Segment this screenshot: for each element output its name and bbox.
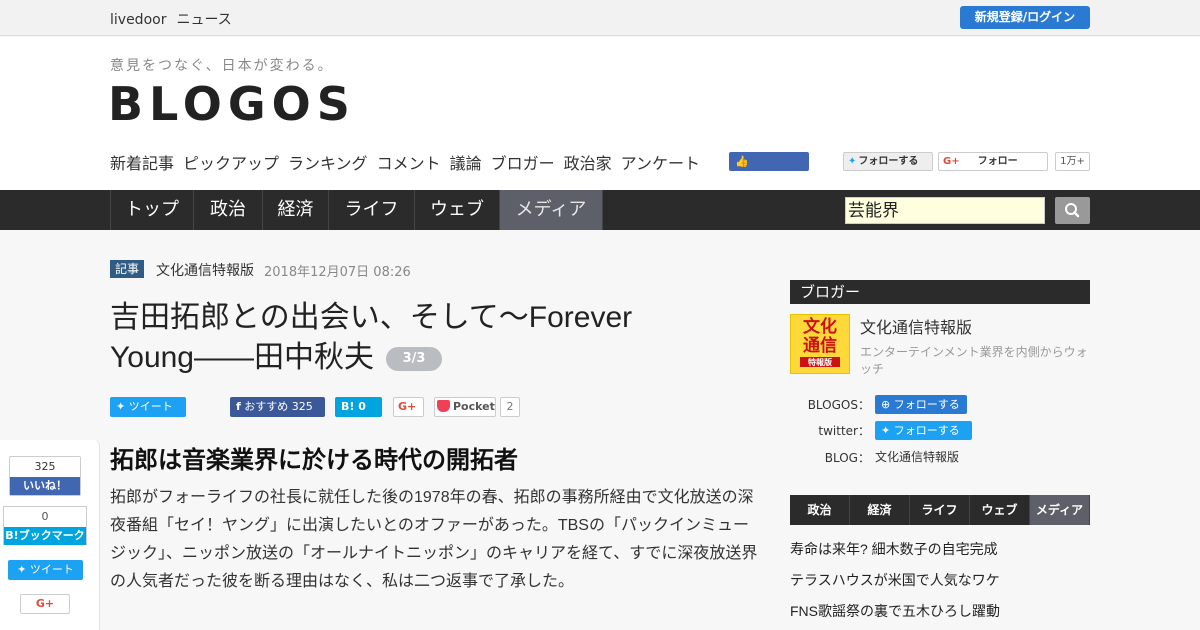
blogger-logo-sub: 特報版 [800,357,840,367]
blogger-logo-line2: 通信 [803,336,837,356]
floating-hatena-count: 0 [41,510,49,523]
brand-section[interactable]: ニュース [176,12,231,28]
tagline: 意見をつなぐ、日本が変わる。 [110,58,334,74]
google-plus-icon: G+ [943,156,960,167]
thumbs-up-icon: 👍 [735,155,749,168]
twitter-bird-icon: ✦ [17,563,27,576]
blogos-follow-label: フォローする [893,398,960,411]
nav-comment[interactable]: コメント [377,154,441,173]
tab-life[interactable]: ライフ [329,190,415,230]
floating-tweet-label: ツイート [29,563,74,576]
sidebar-category-tabs: 政治 経済 ライフ ウェブ メディア [790,495,1090,525]
floating-like-count: 325 [34,460,56,473]
tweet-label: ツイート [128,400,173,413]
tab-economy[interactable]: 経済 [263,190,329,230]
floating-like-box[interactable]: 325 いいね！ [9,456,81,496]
list-item[interactable]: FNS歌謡祭の裏で五木ひろし躍動 [790,600,1090,630]
twitter-follow-button[interactable]: ✦ フォローする [843,152,933,171]
nav-ranking[interactable]: ランキング [288,154,368,173]
list-item[interactable]: 寿命は来年? 細木数子の自宅完成 [790,538,1090,569]
tweet-button[interactable]: ✦ ツイート [110,397,186,417]
blogger-description: エンターテインメント業界を内側からウォッチ [860,345,1088,376]
floating-like-button[interactable]: いいね！ [10,477,80,495]
blogger-logo-line1: 文化 [803,317,837,337]
sidebar-blogger-heading: ブロガー [790,280,1090,304]
blogger-logo[interactable]: 文化 通信 特報版 [790,314,850,374]
tab-media[interactable]: メディア [500,190,603,230]
plus-circle-icon: ⊕ [881,398,891,411]
article-title: 吉田拓郎との出会い、そして～Forever Young――田中秋夫 3/3 [110,298,710,378]
fb-like-count: 132K [764,174,793,187]
site-header: 意見をつなぐ、日本が変わる。 BLOGOS 新着記事 ピックアップ ランキング コメン… [0,37,1200,190]
google-plus-count: 1万+ [1055,152,1090,171]
article-date: 2018年12月07日 08:26 [264,265,411,280]
floating-hatena-box[interactable]: 0 B!ブックマーク [3,506,87,545]
nav-new[interactable]: 新着記事 [110,154,174,173]
blog-label: BLOG： [824,451,870,465]
pocket-label: Pocket [453,400,495,413]
google-plus-follow-button[interactable]: G+ フォロー [938,152,1048,171]
pocket-icon [437,400,450,412]
twitter-bird-icon: ✦ [116,400,126,413]
search-button[interactable] [1055,197,1090,224]
side-tab-media[interactable]: メディア [1030,495,1090,525]
side-tab-web[interactable]: ウェブ [970,495,1030,525]
brand-name[interactable]: livedoor [110,12,166,28]
gp-follow-label: フォロー [977,156,1018,167]
search-input[interactable]: 芸能界 [845,197,1045,224]
page-indicator-badge: 3/3 [386,347,442,371]
list-item[interactable]: テラスハウスが米国で人気なワケ [790,569,1090,600]
global-nav: 新着記事 ピックアップ ランキング コメント 議論 ブロガー 政治家 アンケート [110,150,709,174]
article-body: 拓郎がフォーライフの社長に就任した後の1978年の春、拓郎の事務所経由で文化放送… [110,489,758,590]
facebook-recommend-button[interactable]: f おすすめ 325 [230,397,325,417]
side-tab-life[interactable]: ライフ [910,495,970,525]
nav-politician[interactable]: 政治家 [564,154,612,173]
search-icon [1065,203,1080,218]
floating-hatena-button[interactable]: B!ブックマーク [4,527,86,545]
floating-tweet-button[interactable]: ✦ ツイート [8,560,83,580]
side-tab-politics[interactable]: 政治 [790,495,850,525]
site-brand[interactable]: livedoor ニュース [110,9,242,29]
top-bar: livedoor ニュース 新規登録/ログイン [0,0,1200,36]
twitter-follow-sidebar-label: フォローする [893,424,960,437]
sidebar-article-list: 寿命は来年? 細木数子の自宅完成 テラスハウスが米国で人気なワケ FNS歌謡祭の… [790,538,1090,630]
twitter-label: twitter： [818,424,870,438]
blogger-name[interactable]: 文化通信特報版 [860,314,972,338]
floating-gplus-button[interactable]: G+ [20,594,70,614]
fb-recommend-count: 325 [291,400,313,413]
blog-link[interactable]: 文化通信特報版 [875,448,959,465]
facebook-icon: f [236,400,241,413]
article-subheading: 拓郎は音楽業界に於ける時代の開拓者 [110,447,518,474]
blogos-follow-button[interactable]: ⊕ フォローする [875,395,967,414]
pocket-button[interactable]: Pocket [434,397,496,417]
blogos-logo[interactable]: BLOGOS [108,77,356,131]
tab-top[interactable]: トップ [110,190,194,230]
facebook-like-button[interactable]: 👍 Like 132K [729,152,809,187]
nav-survey[interactable]: アンケート [621,154,700,173]
fb-like-label: Like [735,174,761,187]
side-tab-economy[interactable]: 経済 [850,495,910,525]
floating-share-panel: 325 いいね！ 0 B!ブックマーク ✦ ツイート G+ [0,440,100,630]
twitter-follow-label: フォローする [858,156,919,167]
twitter-follow-sidebar-button[interactable]: ✦ フォローする [875,421,972,440]
tab-politics[interactable]: 政治 [194,190,263,230]
pocket-count: 2 [500,397,520,417]
fb-recommend-label: おすすめ [244,400,289,413]
nav-blogger[interactable]: ブロガー [491,154,555,173]
hatena-count: 0 [358,400,366,413]
tab-web[interactable]: ウェブ [415,190,500,230]
article-title-text: 吉田拓郎との出会い、そして～Forever Young――田中秋夫 [110,301,633,374]
hatena-icon: B! [341,400,355,413]
article-type-badge: 記事 [110,260,145,278]
google-plus-share-button[interactable]: G+ [393,397,424,417]
article-source[interactable]: 文化通信特報版 [156,260,254,280]
nav-debate[interactable]: 議論 [450,154,482,173]
login-button[interactable]: 新規登録/ログイン [960,6,1090,29]
hatena-bookmark-button[interactable]: B! 0 [335,397,382,417]
blogos-label: BLOGOS： [807,398,870,412]
twitter-bird-icon: ✦ [848,156,857,167]
nav-pickup[interactable]: ピックアップ [183,154,279,173]
twitter-bird-icon: ✦ [881,424,891,437]
